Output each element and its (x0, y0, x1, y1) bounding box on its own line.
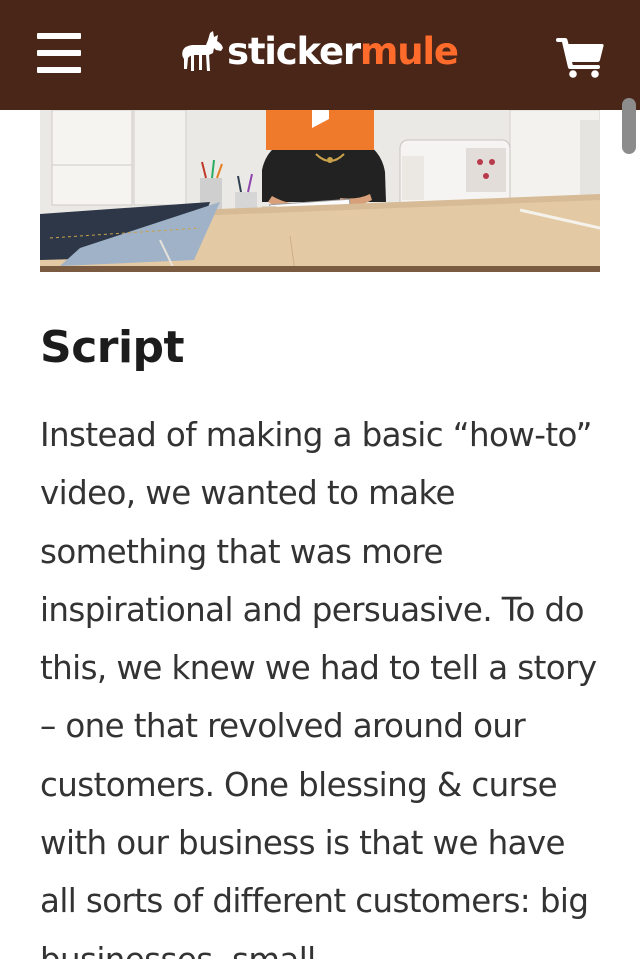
shopping-cart-icon[interactable] (556, 38, 604, 78)
article-paragraph: Instead of making a basic “how-to” video… (40, 416, 597, 959)
section-heading: Script (40, 322, 185, 373)
play-icon (312, 110, 329, 128)
page-scrollbar[interactable] (622, 98, 636, 154)
logo-text-sticker: sticker (227, 30, 361, 73)
top-header: stickermule (0, 0, 640, 110)
video-thumbnail[interactable] (40, 110, 600, 271)
play-button[interactable] (266, 110, 374, 150)
mule-logo-icon (182, 31, 223, 71)
stickermule-logo[interactable]: stickermule (180, 28, 459, 76)
logo-text-mule: mule (359, 30, 459, 73)
video-bottom-edge (40, 266, 600, 272)
page: stickermule Script Instead of making a b… (0, 0, 640, 959)
hamburger-menu-icon[interactable] (37, 33, 81, 73)
